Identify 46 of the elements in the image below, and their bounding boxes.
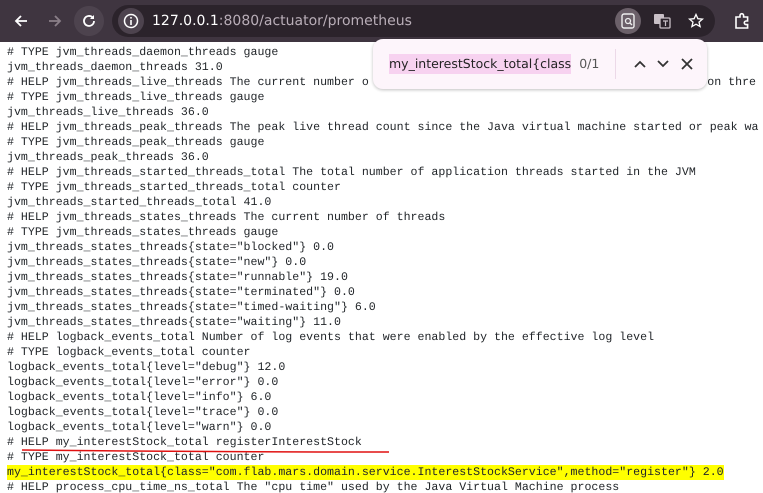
code-line: jvm_threads_states_threads{state="blocked"} 0.0: [7, 240, 334, 255]
code-line: # HELP jvm_threads_peak_threads The peak live thread count since the Java virtual machine started or peak wa: [7, 120, 758, 135]
code-line: logback_events_total{level="warn"} 0.0: [7, 420, 272, 435]
match-count: 0/1: [579, 54, 600, 73]
code-line: jvm_threads_started_threads_total 41.0: [7, 195, 272, 210]
translate-icon: [653, 13, 671, 29]
document-search-icon: [621, 13, 635, 29]
code-line: logback_events_total{level="trace"} 0.0: [7, 405, 278, 420]
code-line: # HELP logback_events_total Number of log events that were enabled by the effective log level: [7, 330, 654, 345]
code-line: # TYPE jvm_threads_live_threads gauge: [7, 90, 264, 105]
forward-icon: [47, 13, 63, 29]
code-line: logback_events_total{level="info"} 6.0: [7, 390, 272, 405]
code-line: jvm_threads_states_threads{state="terminated"} 0.0: [7, 285, 355, 300]
code-line: jvm_threads_live_threads 36.0: [7, 105, 209, 120]
puzzle-icon: [733, 12, 751, 30]
code-line: jvm_threads_daemon_threads 31.0: [7, 60, 223, 75]
code-line: # TYPE jvm_threads_states_threads gauge: [7, 225, 278, 240]
code-line: logback_events_total{level="debug"} 12.0: [7, 360, 286, 375]
url-text: 127.0.0.1:8080/actuator/prometheus: [152, 12, 412, 30]
lens-button[interactable]: [615, 8, 641, 34]
code-line: # TYPE jvm_threads_peak_threads gauge: [7, 135, 264, 150]
code-line: logback_events_total{level="error"} 0.0: [7, 375, 278, 390]
code-line: # TYPE logback_events_total counter: [7, 345, 251, 360]
code-line: # HELP process_cpu_time_ns_total The "cpu time" used by the Java Virtual Machine process: [7, 480, 620, 493]
code-line: jvm_threads_states_threads{state="runnable"} 19.0: [7, 270, 348, 285]
code-line: # HELP jvm_threads_started_threads_total The total number of application threads started in the JVM: [7, 165, 696, 180]
reload-button[interactable]: [74, 6, 104, 36]
code-line: jvm_threads_states_threads{state="waiting"} 11.0: [7, 315, 341, 330]
code-line: # TYPE jvm_threads_daemon_threads gauge: [7, 45, 278, 60]
info-icon: [123, 13, 139, 29]
back-icon: [13, 13, 29, 29]
close-icon: [680, 57, 694, 71]
code-line: # TYPE my_interestStock_total counter: [7, 450, 264, 465]
code-line: jvm_threads_states_threads{state="new"} 0.0: [7, 255, 306, 270]
code-line-end: on thre: [707, 75, 756, 90]
code-line: # TYPE jvm_threads_started_threads_total counter: [7, 180, 341, 195]
code-line: # HELP my_interestStock_total registerInterestStock: [7, 435, 362, 450]
reload-icon: [81, 13, 97, 29]
code-line: # HELP jvm_threads_live_threads The current number o: [7, 75, 369, 90]
star-icon: [688, 13, 704, 29]
find-query[interactable]: my_interestStock_total{class: [389, 54, 572, 74]
site-info-button[interactable]: [118, 8, 144, 34]
code-line: # HELP jvm_threads_states_threads The current number of threads: [7, 210, 446, 225]
code-line: jvm_threads_states_threads{state="timed-waiting"} 6.0: [7, 300, 376, 315]
code-line: jvm_threads_peak_threads 36.0: [7, 150, 209, 165]
address-bar[interactable]: 127.0.0.1:8080/actuator/prometheus: [112, 5, 715, 37]
